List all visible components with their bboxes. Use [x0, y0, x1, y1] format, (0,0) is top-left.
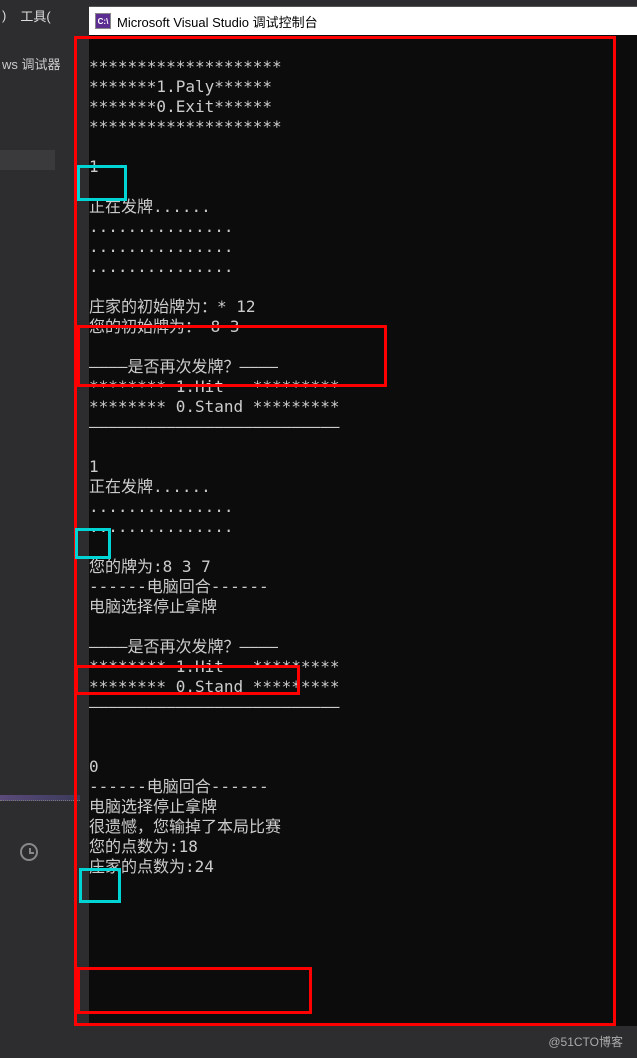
deal-again-header-2: ————是否再次发牌？———— — [89, 637, 278, 656]
menu-item-tools[interactable]: 工具( — [20, 6, 50, 25]
cpu-turn-header: ------电脑回合------ — [89, 577, 269, 596]
user-input-1: 1 — [89, 157, 99, 176]
hit-option: ******** 1.Hit ********* — [89, 377, 339, 396]
menu-exit-option: *******0.Exit****** — [89, 97, 272, 116]
dealing-text: 正在发牌...... — [89, 197, 211, 216]
menu-play-option: *******1.Paly****** — [89, 77, 272, 96]
dots-line: ............... — [89, 237, 234, 256]
dealer-score: 庄家的点数为:24 — [89, 857, 214, 876]
clock-icon — [20, 843, 38, 861]
hit-option-2: ******** 1.Hit ********* — [89, 657, 339, 676]
user-input-2: 1 — [89, 457, 99, 476]
dots-line: ............... — [89, 217, 234, 236]
cpu-turn-header-2: ------电脑回合------ — [89, 777, 269, 796]
left-strip-decoration — [0, 150, 55, 170]
watermark-text: @51CTO博客 — [548, 1033, 623, 1050]
sub-bar-debugger: ws 调试器 — [0, 54, 61, 78]
dealing-text-2: 正在发牌...... — [89, 477, 211, 496]
dealer-initial-cards: 庄家的初始牌为：* 12 — [89, 297, 256, 316]
player-cards: 您的牌为:8 3 7 — [89, 557, 211, 576]
user-input-3: 0 — [89, 757, 99, 776]
dash-separator: —————————————————————————— — [89, 417, 339, 436]
dots-line: ............... — [89, 517, 234, 536]
menu-border-top: ******************** — [89, 57, 282, 76]
dots-line: ............... — [89, 257, 234, 276]
window-title-bar[interactable]: C:\ Microsoft Visual Studio 调试控制台 — [89, 7, 637, 35]
left-strip-decoration-2 — [0, 795, 80, 801]
player-score: 您的点数为:18 — [89, 837, 198, 856]
cpu-stop-text-2: 电脑选择停止拿牌 — [89, 797, 217, 816]
debugger-label: ws 调试器 — [2, 57, 61, 72]
dots-line: ............... — [89, 497, 234, 516]
menu-item-fragment: ) — [2, 8, 6, 23]
console-window: C:\ Microsoft Visual Studio 调试控制台 ******… — [89, 6, 637, 1026]
lose-message: 很遗憾，您输掉了本局比赛 — [89, 817, 281, 836]
menu-border-bottom: ******************** — [89, 117, 282, 136]
console-output[interactable]: ******************** *******1.Paly******… — [89, 35, 637, 1026]
stand-option-2: ******** 0.Stand ********* — [89, 677, 339, 696]
stand-option: ******** 0.Stand ********* — [89, 397, 339, 416]
player-initial-cards: 您的初始牌为： 8 3 — [89, 317, 240, 336]
dash-separator-2: —————————————————————————— — [89, 697, 339, 716]
vs-icon: C:\ — [95, 13, 111, 29]
cpu-stop-text: 电脑选择停止拿牌 — [89, 597, 217, 616]
window-title: Microsoft Visual Studio 调试控制台 — [117, 12, 318, 31]
deal-again-header: ————是否再次发牌？———— — [89, 357, 278, 376]
